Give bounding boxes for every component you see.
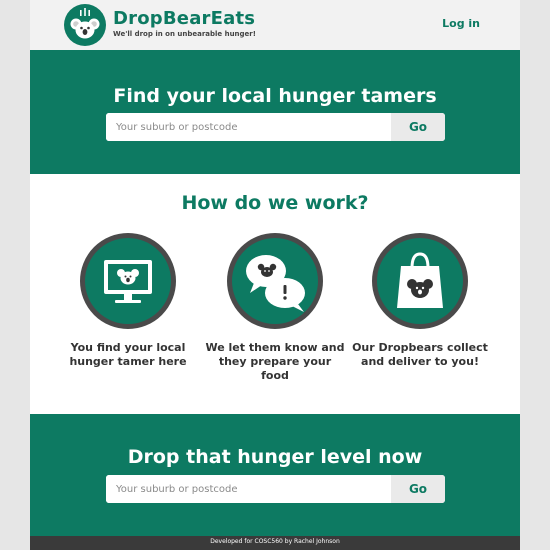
koala-logo-icon[interactable] [64, 4, 106, 46]
search-input[interactable] [106, 113, 391, 141]
how-section-title: How do we work? [181, 192, 369, 214]
search-bar: Go [106, 113, 445, 141]
hero-bottom-section: Drop that hunger level now Go [30, 414, 520, 536]
footer-credit: Developed for COSC560 by Rachel Johnson [210, 538, 340, 545]
search-bar-bottom: Go [106, 475, 445, 503]
computer-koala-icon [80, 233, 176, 329]
hero-search-section: Find your local hunger tamers Go [30, 50, 520, 174]
step-deliver-text: Our Dropbears collect and deliver to you… [352, 341, 488, 368]
go-button-bottom[interactable]: Go [391, 475, 445, 503]
site-header: DropBearEats We'll drop in on unbearable… [30, 0, 520, 50]
chat-bubbles-icon [227, 233, 323, 329]
login-link[interactable]: Log in [442, 17, 480, 30]
shopping-bag-icon [372, 233, 468, 329]
brand-name[interactable]: DropBearEats [113, 8, 255, 29]
go-button[interactable]: Go [391, 113, 445, 141]
step-notify-text: We let them know and they prepare your f… [205, 341, 345, 382]
page-container: DropBearEats We'll drop in on unbearable… [30, 0, 520, 550]
hero-bottom-title: Drop that hunger level now [127, 446, 423, 468]
site-footer: Developed for COSC560 by Rachel Johnson [30, 536, 520, 550]
hero-title: Find your local hunger tamers [113, 85, 437, 107]
brand-tagline: We'll drop in on unbearable hunger! [113, 30, 256, 38]
step-find-text: You find your local hunger tamer here [69, 341, 187, 368]
search-input-bottom[interactable] [106, 475, 391, 503]
